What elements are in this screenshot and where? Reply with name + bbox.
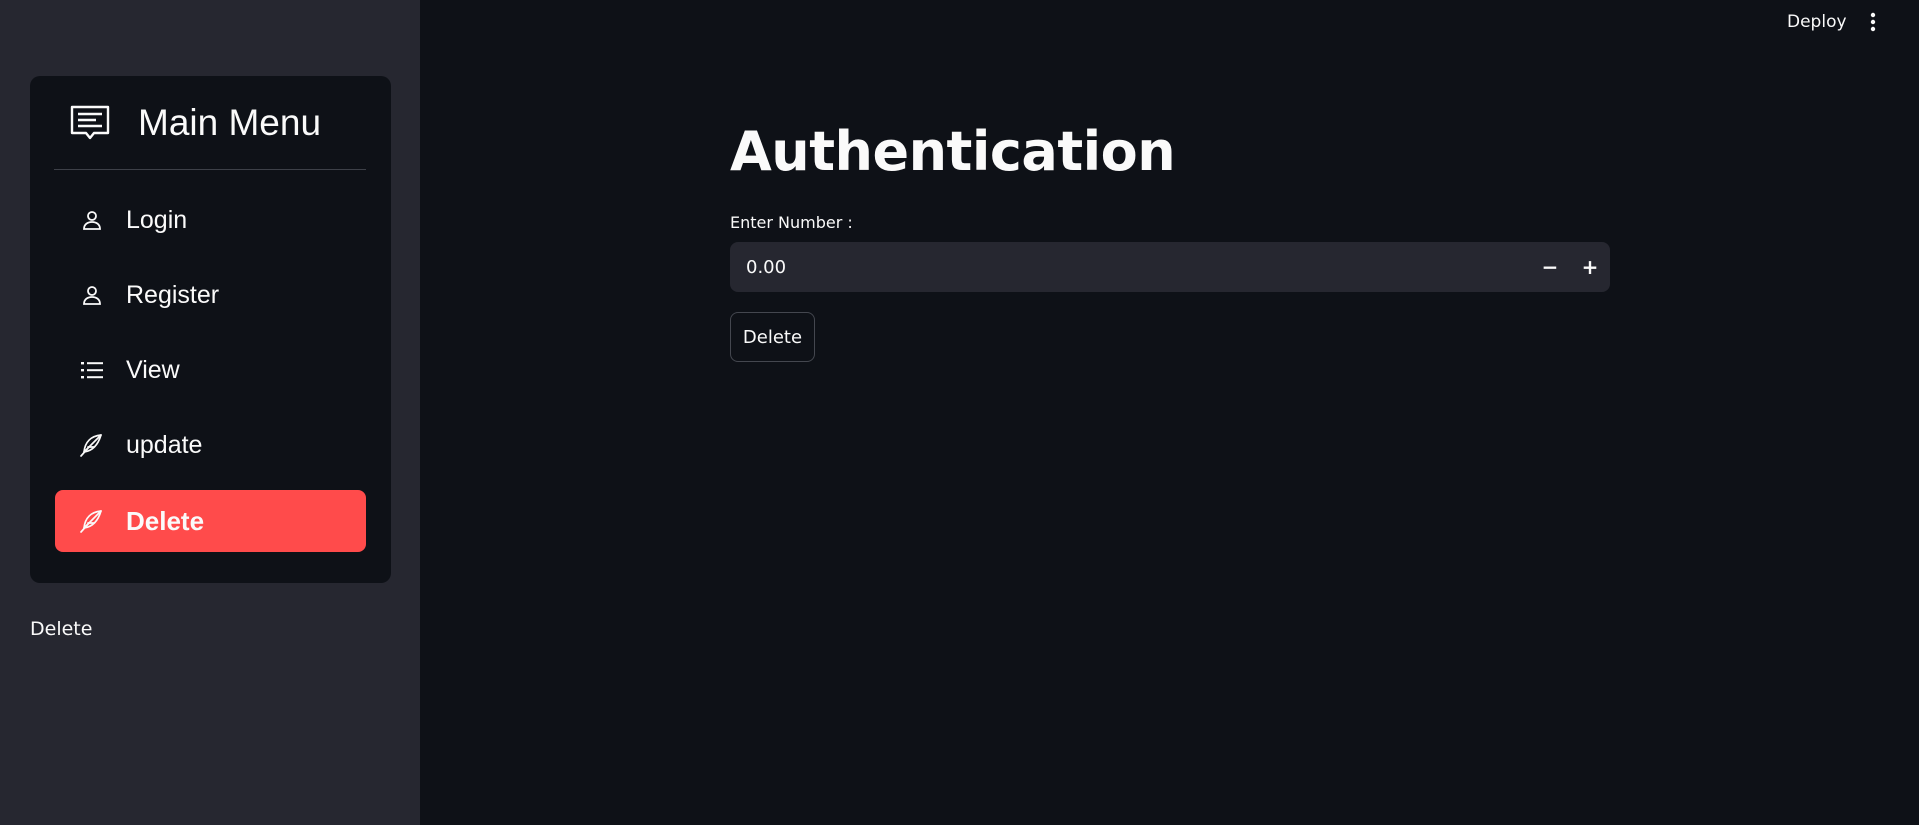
sidebar-item-label: Register	[126, 280, 220, 309]
sidebar-item-view[interactable]: View	[55, 339, 366, 401]
feather-icon	[79, 508, 105, 534]
app-window: Main Menu Login Register View update Del…	[0, 0, 1919, 825]
feather-icon	[79, 432, 105, 458]
sidebar-item-label: View	[126, 355, 180, 384]
menu-header: Main Menu	[54, 98, 366, 148]
sidebar-item-label: Delete	[126, 505, 205, 536]
menu-title: Main Menu	[138, 102, 322, 143]
menu-divider	[54, 169, 366, 170]
person-icon	[79, 282, 105, 308]
page-title: Authentication	[730, 120, 1176, 183]
sidebar-item-delete[interactable]: Delete	[55, 490, 366, 552]
sidebar-selection-text: Delete	[30, 618, 93, 640]
deploy-button[interactable]: Deploy	[1775, 9, 1859, 35]
kebab-vertical-icon[interactable]	[1862, 8, 1884, 36]
sidebar-item-update[interactable]: update	[55, 414, 366, 476]
number-input-container: − +	[730, 242, 1610, 292]
option-menu: Main Menu Login Register View update Del…	[30, 76, 391, 583]
number-field-label: Enter Number :	[730, 213, 853, 232]
sidebar-item-label: update	[126, 430, 203, 459]
number-input[interactable]	[730, 242, 1530, 292]
sidebar-item-register[interactable]: Register	[55, 264, 366, 326]
sidebar-item-login[interactable]: Login	[55, 189, 366, 251]
delete-button[interactable]: Delete	[730, 312, 815, 362]
menu-list-icon	[68, 101, 112, 145]
decrement-button[interactable]: −	[1530, 242, 1570, 292]
person-icon	[79, 207, 105, 233]
sidebar-item-label: Login	[126, 205, 188, 234]
list-icon	[79, 357, 105, 383]
increment-button[interactable]: +	[1570, 242, 1610, 292]
sidebar: Main Menu Login Register View update Del…	[0, 0, 420, 825]
